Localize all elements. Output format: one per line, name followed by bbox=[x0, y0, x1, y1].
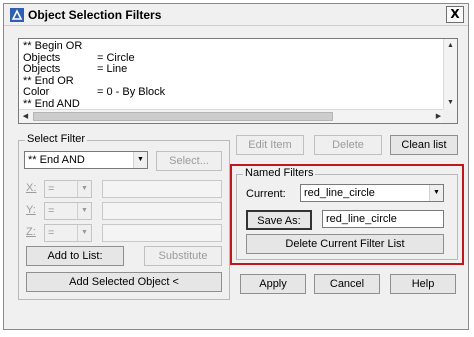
list-item-key: ** Begin OR bbox=[23, 40, 83, 52]
help-button[interactable]: Help bbox=[390, 274, 456, 294]
list-item-value: = Line bbox=[97, 63, 128, 75]
list-item-key: Color bbox=[23, 86, 50, 98]
scroll-thumb[interactable] bbox=[33, 112, 333, 121]
y-operator-dropdown[interactable]: = ▼ bbox=[44, 202, 92, 220]
edit-item-button[interactable]: Edit Item bbox=[236, 135, 304, 155]
list-item[interactable]: Color = 0 - By Block bbox=[23, 86, 443, 99]
scroll-down-icon[interactable]: ▼ bbox=[444, 96, 457, 109]
close-button[interactable]: X bbox=[446, 6, 464, 23]
chevron-down-icon[interactable]: ▼ bbox=[77, 225, 91, 241]
window-title: Object Selection Filters bbox=[28, 8, 162, 22]
add-selected-object-button[interactable]: Add Selected Object < bbox=[26, 272, 222, 292]
z-label: Z: bbox=[26, 226, 36, 238]
clean-list-button[interactable]: Clean list bbox=[390, 135, 458, 155]
apply-button[interactable]: Apply bbox=[240, 274, 306, 294]
z-operator-value: = bbox=[48, 227, 55, 239]
substitute-button[interactable]: Substitute bbox=[144, 246, 222, 266]
x-label: X: bbox=[26, 182, 37, 194]
list-item[interactable]: ** End OR bbox=[23, 75, 443, 88]
scroll-left-icon[interactable]: ◀ bbox=[19, 110, 32, 123]
filter-list[interactable]: ** Begin OR Objects = Circle Objects = Line *… bbox=[18, 38, 458, 124]
y-value-field[interactable] bbox=[102, 202, 222, 220]
list-item-value: = 0 - By Block bbox=[97, 86, 166, 98]
delete-button[interactable]: Delete bbox=[314, 135, 382, 155]
chevron-down-icon[interactable]: ▼ bbox=[133, 152, 147, 168]
select-button[interactable]: Select... bbox=[156, 151, 222, 171]
z-operator-dropdown[interactable]: = ▼ bbox=[44, 224, 92, 242]
x-operator-dropdown[interactable]: = ▼ bbox=[44, 180, 92, 198]
y-label: Y: bbox=[26, 204, 36, 216]
vertical-scrollbar[interactable]: ▲ ▼ bbox=[443, 39, 457, 109]
add-to-list-button[interactable]: Add to List: bbox=[26, 246, 124, 266]
x-value-field[interactable] bbox=[102, 180, 222, 198]
chevron-down-icon[interactable]: ▼ bbox=[77, 203, 91, 219]
object-selection-filters-dialog: Object Selection Filters X ** Begin OR Ob… bbox=[3, 3, 469, 330]
y-operator-value: = bbox=[48, 205, 55, 217]
scroll-corner bbox=[443, 109, 457, 123]
scroll-up-icon[interactable]: ▲ bbox=[444, 39, 457, 52]
filter-type-value: ** End AND bbox=[28, 154, 85, 166]
x-operator-value: = bbox=[48, 183, 55, 195]
cancel-button[interactable]: Cancel bbox=[314, 274, 380, 294]
chevron-down-icon[interactable]: ▼ bbox=[77, 181, 91, 197]
list-item-key: Objects bbox=[23, 63, 61, 75]
filter-type-dropdown[interactable]: ** End AND ▼ bbox=[24, 151, 148, 169]
filter-list-rows: ** Begin OR Objects = Circle Objects = Line *… bbox=[23, 40, 443, 111]
list-item[interactable]: Objects = Circle bbox=[23, 52, 443, 65]
horizontal-scrollbar[interactable]: ◀ ▶ bbox=[19, 109, 445, 123]
named-filters-highlight bbox=[230, 164, 464, 265]
app-icon bbox=[10, 8, 24, 22]
list-item[interactable]: ** Begin OR bbox=[23, 40, 443, 53]
title-bar: Object Selection Filters X bbox=[4, 4, 468, 26]
list-item[interactable]: Objects = Line bbox=[23, 63, 443, 76]
select-filter-label: Select Filter bbox=[25, 133, 88, 145]
z-value-field[interactable] bbox=[102, 224, 222, 242]
